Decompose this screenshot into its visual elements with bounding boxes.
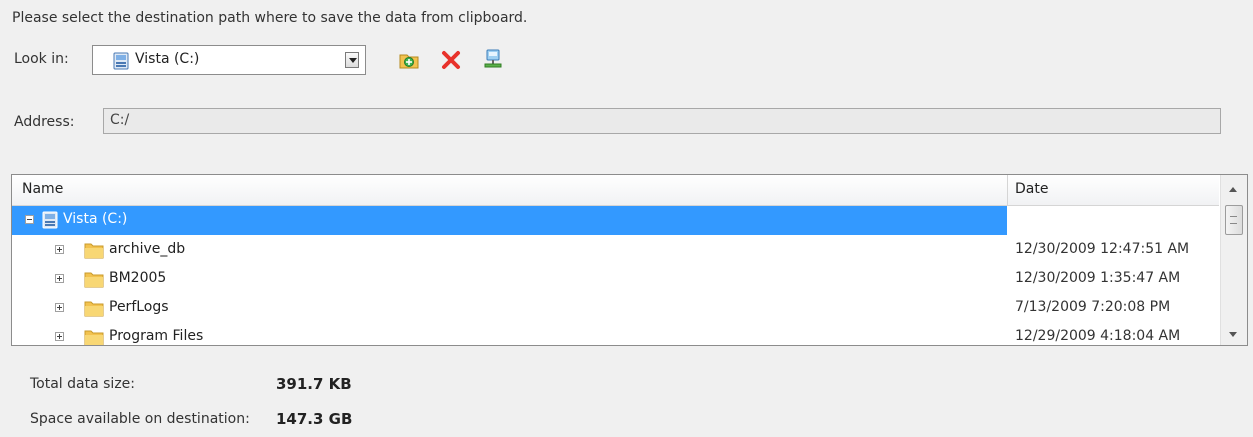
- address-field[interactable]: C:/: [103, 108, 1221, 134]
- folder-name: BM2005: [109, 270, 167, 286]
- instruction-text: Please select the destination path where…: [12, 10, 528, 26]
- vertical-scrollbar[interactable]: [1220, 175, 1247, 345]
- drive-icon: [42, 211, 58, 229]
- expand-icon[interactable]: [55, 303, 64, 312]
- look-in-value: Vista (C:): [135, 51, 200, 67]
- column-header-name[interactable]: Name: [22, 181, 63, 197]
- expand-icon[interactable]: [55, 274, 64, 283]
- folder-icon: [84, 301, 104, 317]
- chevron-down-icon[interactable]: [345, 52, 359, 68]
- tree-header: Name Date: [12, 175, 1219, 206]
- folder-icon: [84, 330, 104, 345]
- new-folder-icon[interactable]: [398, 49, 420, 71]
- tree-root-label: Vista (C:): [63, 211, 128, 227]
- network-drive-icon[interactable]: [482, 48, 504, 70]
- delete-icon[interactable]: [440, 49, 462, 71]
- folder-icon: [84, 272, 104, 288]
- address-value: C:/: [110, 112, 130, 128]
- space-available-label: Space available on destination:: [30, 411, 250, 427]
- folder-name: PerfLogs: [109, 299, 169, 315]
- folder-date: 7/13/2009 7:20:08 PM: [1015, 299, 1171, 315]
- folder-date: 12/30/2009 12:47:51 AM: [1015, 241, 1190, 257]
- drive-icon: [113, 52, 129, 70]
- column-header-date[interactable]: Date: [1015, 181, 1048, 197]
- look-in-dropdown[interactable]: Vista (C:): [92, 45, 366, 75]
- tree-row[interactable]: archive_db 12/30/2009 12:47:51 AM: [12, 236, 1219, 265]
- space-available-value: 147.3 GB: [276, 410, 353, 428]
- address-label: Address:: [14, 114, 75, 130]
- expand-icon[interactable]: [55, 332, 64, 341]
- tree-row[interactable]: PerfLogs 7/13/2009 7:20:08 PM: [12, 294, 1219, 323]
- folder-tree[interactable]: Name Date Vista (C:) archive_db 12/30/20…: [11, 174, 1248, 346]
- collapse-icon[interactable]: [25, 215, 34, 224]
- folder-date: 12/30/2009 1:35:47 AM: [1015, 270, 1181, 286]
- total-size-label: Total data size:: [30, 376, 135, 392]
- folder-icon: [84, 243, 104, 259]
- total-size-value: 391.7 KB: [276, 375, 352, 393]
- tree-row[interactable]: BM2005 12/30/2009 1:35:47 AM: [12, 265, 1219, 294]
- scroll-down-icon[interactable]: [1229, 332, 1237, 337]
- scrollbar-thumb[interactable]: [1225, 205, 1243, 235]
- tree-root-row[interactable]: Vista (C:): [12, 206, 1007, 235]
- folder-date: 12/29/2009 4:18:04 AM: [1015, 328, 1181, 344]
- tree-row[interactable]: Program Files 12/29/2009 4:18:04 AM: [12, 323, 1219, 345]
- column-divider[interactable]: [1007, 175, 1008, 205]
- folder-name: archive_db: [109, 241, 186, 257]
- expand-icon[interactable]: [55, 245, 64, 254]
- look-in-label: Look in:: [14, 51, 69, 67]
- folder-name: Program Files: [109, 328, 204, 344]
- scroll-up-icon[interactable]: [1229, 187, 1237, 192]
